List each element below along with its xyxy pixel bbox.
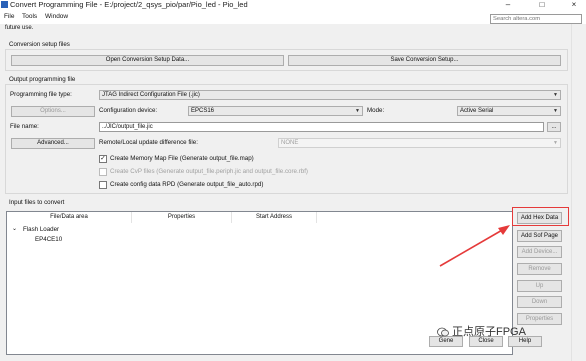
column-file-data-area[interactable]: File/Data area <box>7 212 132 223</box>
tree-item-device[interactable]: EP4CE10 <box>35 236 62 244</box>
file-type-select[interactable]: JTAG Indirect Configuration File (.jic) … <box>99 90 561 100</box>
add-device-button[interactable]: Add Device... <box>517 246 562 258</box>
watermark-text: 正点原子FPGA <box>452 326 526 338</box>
memory-map-checkbox[interactable]: ✓ <box>99 155 107 163</box>
minimize-button[interactable]: – <box>496 0 520 10</box>
properties-button[interactable]: Properties <box>517 313 562 325</box>
file-type-label: Programming file type: <box>10 91 72 98</box>
chevron-down-icon: ▼ <box>355 108 360 114</box>
remote-update-value: NONE <box>281 140 299 146</box>
tree-expander-icon[interactable]: ⌄ <box>12 225 17 233</box>
scrollbar[interactable] <box>571 24 586 361</box>
mode-select[interactable]: Active Serial ▼ <box>457 106 561 116</box>
highlight-box <box>512 207 569 226</box>
mode-value: Active Serial <box>460 108 494 114</box>
memory-map-label: Create Memory Map File (Generate output_… <box>110 155 254 162</box>
close-window-button[interactable]: × <box>562 0 586 10</box>
maximize-button[interactable]: □ <box>530 0 554 10</box>
config-device-select[interactable]: EPCS16 ▼ <box>188 106 363 116</box>
chevron-down-icon: ▼ <box>553 92 558 98</box>
wechat-icon <box>437 327 449 337</box>
menu-window[interactable]: Window <box>45 12 68 21</box>
open-conversion-setup-button[interactable]: Open Conversion Setup Data... <box>11 55 284 66</box>
file-name-field[interactable]: ../JIC/output_file.jic <box>99 122 544 132</box>
search-input[interactable] <box>490 14 582 24</box>
cvp-files-label: Create CvP files (Generate output_file.p… <box>110 168 308 175</box>
window-title: Convert Programming File - E:/project/2_… <box>10 0 248 9</box>
file-name-label: File name: <box>10 123 39 130</box>
rpd-checkbox[interactable] <box>99 181 107 189</box>
up-button[interactable]: Up <box>517 280 562 292</box>
menu-tools[interactable]: Tools <box>22 12 37 21</box>
options-button[interactable]: Options... <box>11 106 95 117</box>
conversion-setup-label: Conversion setup files <box>9 41 70 48</box>
browse-button[interactable]: ... <box>547 122 561 132</box>
advanced-button[interactable]: Advanced... <box>11 138 95 149</box>
tree-item-flash-loader[interactable]: Flash Loader <box>23 226 59 234</box>
config-device-label: Configuration device: <box>99 107 158 114</box>
mode-label: Mode: <box>367 107 385 114</box>
add-sof-page-button[interactable]: Add Sof Page <box>517 230 562 242</box>
intro-text: future use. <box>5 25 34 31</box>
remote-update-select[interactable]: NONE ▼ <box>278 138 561 148</box>
title-bar: Convert Programming File - E:/project/2_… <box>0 0 586 10</box>
app-icon <box>1 1 8 8</box>
column-properties[interactable]: Properties <box>132 212 232 223</box>
input-files-label: Input files to convert <box>9 199 65 206</box>
menu-file[interactable]: File <box>4 12 14 21</box>
config-device-value: EPCS16 <box>191 108 215 114</box>
cvp-files-checkbox[interactable] <box>99 168 107 176</box>
annotation-arrow-icon <box>439 225 510 267</box>
save-conversion-setup-button[interactable]: Save Conversion Setup... <box>288 55 561 66</box>
rpd-label: Create config data RPD (Generate output_… <box>110 181 264 188</box>
chevron-down-icon: ▼ <box>553 108 558 114</box>
file-type-value: JTAG Indirect Configuration File (.jic) <box>102 92 200 98</box>
remote-update-label: Remote/Local update difference file: <box>99 139 198 146</box>
column-start-address[interactable]: Start Address <box>232 212 317 223</box>
output-file-label: Output programming file <box>9 76 76 83</box>
remove-button[interactable]: Remove <box>517 263 562 275</box>
down-button[interactable]: Down <box>517 296 562 308</box>
chevron-down-icon: ▼ <box>553 140 558 146</box>
